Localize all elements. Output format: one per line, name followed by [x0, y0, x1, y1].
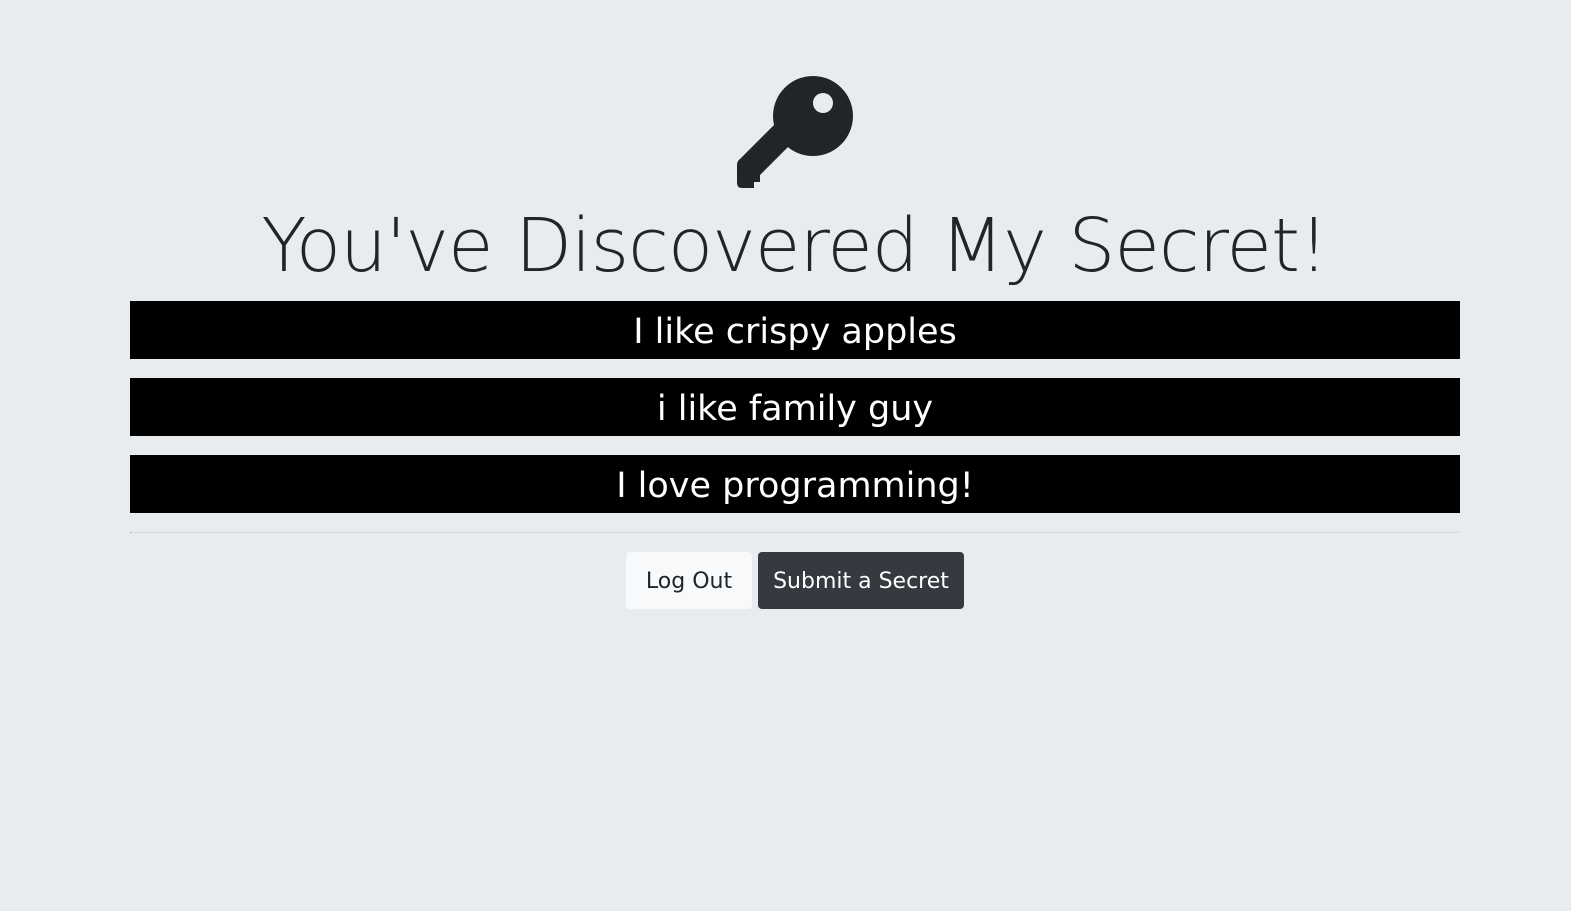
- page-title: You've Discovered My Secret!: [261, 203, 1328, 289]
- jumbotron: You've Discovered My Secret! I like cris…: [0, 0, 1571, 911]
- key-icon: [736, 74, 853, 190]
- submit-secret-button[interactable]: Submit a Secret: [758, 552, 964, 609]
- divider: [130, 532, 1460, 534]
- secret-text: I love programming!: [130, 455, 1460, 513]
- secret-text: i like family guy: [130, 378, 1460, 436]
- logout-button[interactable]: Log Out: [626, 552, 752, 609]
- secret-text: I like crispy apples: [130, 301, 1460, 359]
- secrets-list: I like crispy apples i like family guy I…: [130, 301, 1460, 532]
